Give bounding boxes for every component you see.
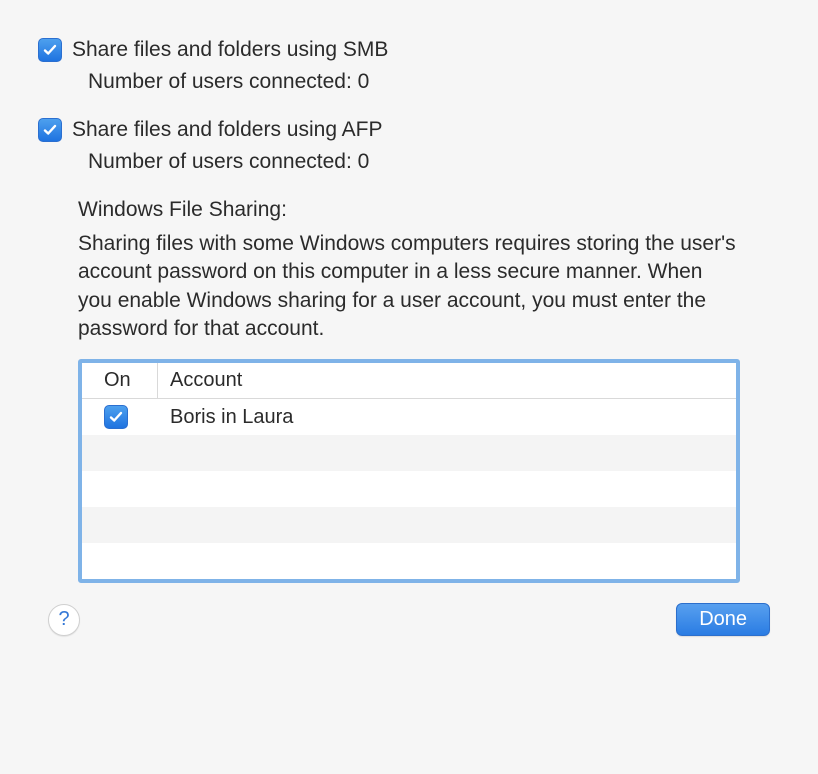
checkmark-icon <box>108 409 124 425</box>
checkmark-icon <box>42 122 58 138</box>
account-name: Boris in Laura <box>158 406 293 429</box>
afp-connected-text: Number of users connected: 0 <box>88 150 780 174</box>
smb-connected-text: Number of users connected: 0 <box>88 70 780 94</box>
windows-sharing-heading: Windows File Sharing: <box>78 198 780 222</box>
table-row <box>82 471 736 507</box>
smb-checkbox[interactable] <box>38 38 62 62</box>
column-header-on[interactable]: On <box>82 363 158 398</box>
account-row-checkbox[interactable] <box>104 405 128 429</box>
windows-sharing-description: Sharing files with some Windows computer… <box>78 230 740 343</box>
done-button[interactable]: Done <box>676 603 770 636</box>
table-row[interactable]: Boris in Laura <box>82 399 736 435</box>
table-row <box>82 507 736 543</box>
checkmark-icon <box>42 42 58 58</box>
smb-label: Share files and folders using SMB <box>72 38 388 62</box>
table-row <box>82 543 736 579</box>
help-button[interactable]: ? <box>48 604 80 636</box>
table-header: On Account <box>82 363 736 399</box>
table-row <box>82 435 736 471</box>
afp-checkbox[interactable] <box>38 118 62 142</box>
afp-label: Share files and folders using AFP <box>72 118 383 142</box>
accounts-table: On Account Boris in Laura <box>78 359 740 583</box>
column-header-account[interactable]: Account <box>158 369 242 392</box>
